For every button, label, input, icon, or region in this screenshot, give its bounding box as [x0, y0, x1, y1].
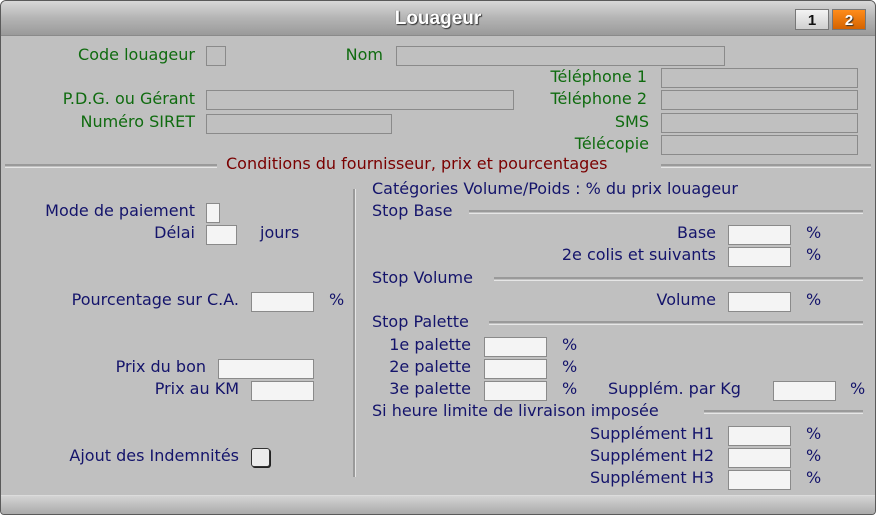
stop-base-title: Stop Base — [372, 201, 453, 220]
indemnites-label: Ajout des Indemnités — [69, 446, 239, 465]
heure-limite-title: Si heure limite de livraison imposée — [372, 401, 659, 420]
heure-limite-divider — [704, 410, 863, 414]
colis-unit: % — [806, 245, 822, 264]
prix-bon-field[interactable] — [218, 359, 314, 379]
mode-paiement-field[interactable] — [206, 203, 220, 223]
section-divider-left — [5, 164, 217, 168]
supplem-kg-field[interactable] — [773, 381, 836, 401]
palette-1-label: 1e palette — [389, 335, 471, 354]
palette-3-label: 3e palette — [389, 379, 471, 398]
palette-2-label: 2e palette — [389, 357, 471, 376]
supplement-h3-unit: % — [806, 468, 822, 487]
column-divider — [353, 189, 356, 477]
stop-palette-title: Stop Palette — [372, 312, 469, 331]
delai-field[interactable] — [206, 225, 237, 245]
mode-paiement-label: Mode de paiement — [45, 201, 195, 220]
supplement-h2-unit: % — [806, 446, 822, 465]
volume-unit: % — [806, 290, 822, 309]
stop-volume-divider — [494, 277, 863, 281]
pourcentage-ca-unit: % — [329, 290, 345, 309]
palette-2-field[interactable] — [484, 359, 547, 379]
nom-label: Nom — [345, 45, 383, 64]
section-divider-right — [661, 164, 871, 168]
colis-field[interactable] — [728, 247, 791, 267]
window-title: Louageur — [394, 8, 482, 29]
base-label: Base — [677, 223, 716, 242]
supplement-h1-label: Supplément H1 — [589, 424, 714, 443]
supplement-h2-field[interactable] — [728, 448, 791, 468]
supplement-h1-unit: % — [806, 424, 822, 443]
telephone-1-label: Téléphone 1 — [550, 67, 647, 86]
volume-field[interactable] — [728, 292, 791, 312]
louageur-window: Louageur 1 2 Code louageur Nom Téléphone… — [0, 0, 876, 515]
telephone-1-field[interactable] — [661, 68, 858, 88]
base-unit: % — [806, 223, 822, 242]
colis-label: 2e colis et suivants — [561, 245, 716, 264]
pourcentage-ca-field[interactable] — [251, 292, 314, 312]
prix-bon-label: Prix du bon — [115, 357, 206, 376]
palette-1-field[interactable] — [484, 337, 547, 357]
telecopie-field[interactable] — [661, 135, 858, 155]
supplement-h3-field[interactable] — [728, 470, 791, 490]
nom-field[interactable] — [396, 46, 725, 66]
pdg-label: P.D.G. ou Gérant — [62, 89, 195, 108]
prix-km-field[interactable] — [251, 381, 314, 401]
delai-unit: jours — [260, 223, 300, 242]
palette-3-unit: % — [562, 379, 578, 398]
palette-2-unit: % — [562, 357, 578, 376]
supplement-h3-label: Supplément H3 — [589, 468, 714, 487]
indemnites-checkbox[interactable] — [251, 448, 270, 467]
page-1-button[interactable]: 1 — [795, 9, 829, 30]
delai-label: Délai — [154, 223, 195, 242]
title-bar: Louageur 1 2 — [1, 1, 875, 36]
telecopie-label: Télécopie — [574, 134, 649, 153]
pdg-field[interactable] — [206, 90, 514, 110]
status-footer — [1, 495, 875, 514]
telephone-2-label: Téléphone 2 — [550, 89, 647, 108]
palette-3-field[interactable] — [484, 381, 547, 401]
section-title: Conditions du fournisseur, prix et pourc… — [226, 154, 608, 173]
stop-volume-title: Stop Volume — [372, 268, 473, 287]
siret-field[interactable] — [206, 114, 392, 134]
code-louageur-label: Code louageur — [78, 45, 195, 64]
sms-field[interactable] — [661, 113, 858, 133]
palette-1-unit: % — [562, 335, 578, 354]
telephone-2-field[interactable] — [661, 90, 858, 110]
supplem-kg-unit: % — [850, 379, 866, 398]
prix-km-label: Prix au KM — [154, 379, 239, 398]
supplem-kg-label: Supplém. par Kg — [608, 379, 741, 398]
stop-palette-divider — [489, 321, 863, 325]
pourcentage-ca-label: Pourcentage sur C.A. — [71, 290, 239, 309]
page-2-button[interactable]: 2 — [832, 9, 866, 30]
stop-base-divider — [469, 210, 863, 214]
sms-label: SMS — [614, 112, 649, 131]
supplement-h2-label: Supplément H2 — [589, 446, 714, 465]
base-field[interactable] — [728, 225, 791, 245]
siret-label: Numéro SIRET — [80, 112, 195, 131]
supplement-h1-field[interactable] — [728, 426, 791, 446]
code-louageur-field[interactable] — [206, 46, 226, 66]
categories-heading: Catégories Volume/Poids : % du prix loua… — [372, 179, 738, 198]
volume-label: Volume — [656, 290, 716, 309]
